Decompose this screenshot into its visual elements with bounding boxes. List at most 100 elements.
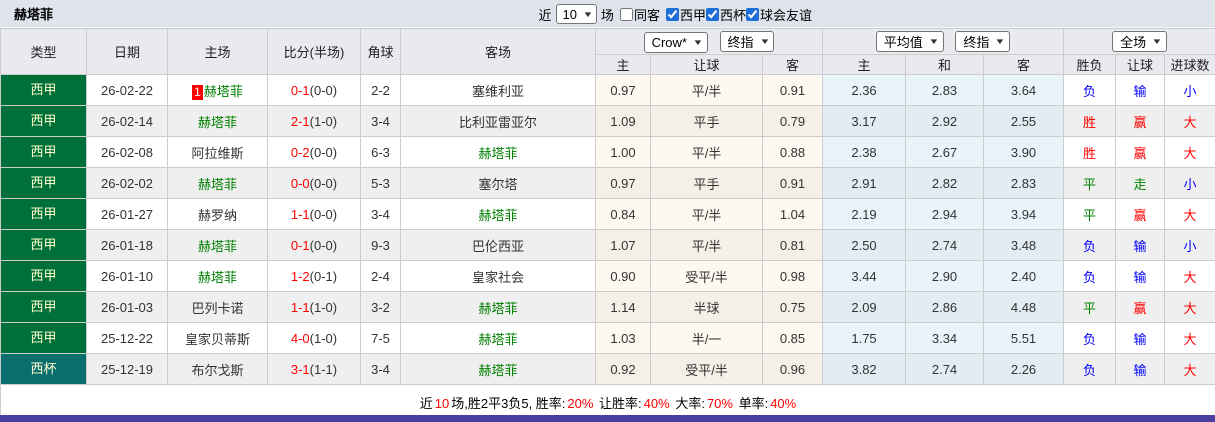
- result-goals-cell: 小: [1164, 167, 1215, 199]
- odds-handicap-cell: 半/一: [650, 322, 763, 354]
- result-winlose-cell: 平: [1063, 291, 1117, 323]
- result-goals-cell: 大: [1164, 353, 1215, 385]
- odds-away-cell: 0.91: [761, 167, 824, 199]
- col-date: 日期: [86, 28, 168, 75]
- same-away-checkbox[interactable]: [619, 7, 633, 21]
- average-select[interactable]: 平均值 ▼: [875, 31, 944, 52]
- scope-select[interactable]: 全场 ▼: [1112, 31, 1167, 52]
- handicap-odds-group: Crow* ▼ 终指 ▼: [594, 28, 824, 55]
- checkbox-copa[interactable]: 西杯: [705, 5, 746, 24]
- result-winlose-cell: 胜: [1063, 105, 1117, 137]
- home-team[interactable]: 赫塔菲: [198, 177, 237, 192]
- home-team[interactable]: 赫塔菲: [204, 84, 243, 99]
- col-type: 类型: [0, 28, 87, 75]
- corner-cell: 9-3: [360, 229, 401, 261]
- odds-away-cell: 0.98: [761, 260, 824, 292]
- odds-handicap-cell: 平/半: [650, 74, 763, 106]
- match-table: 类型 日期 主场 比分(半场) 角球 客场 Crow* ▼ 终指 ▼ 平均值 ▼ 终指…: [0, 28, 1215, 421]
- filter-controls: 近 10 ▼ 场 同客 西甲 西杯 球会友谊: [539, 0, 812, 28]
- subcol-goals: 进球数: [1164, 54, 1215, 75]
- odds-away-cell: 0.79: [761, 105, 824, 137]
- away-team[interactable]: 赫塔菲: [478, 146, 517, 161]
- home-cell: 1 赫塔菲: [167, 74, 268, 106]
- avg-home-cell: 3.82: [822, 353, 907, 385]
- away-team[interactable]: 赫塔菲: [478, 301, 517, 316]
- match-row: 西杯 25-12-19 布尔戈斯 3-1(1-1) 3-4 赫塔菲 0.92 受…: [0, 353, 1215, 385]
- avg-away-cell: 3.48: [983, 229, 1065, 261]
- away-team[interactable]: 巴伦西亚: [472, 239, 524, 254]
- corner-cell: 5-3: [360, 167, 401, 199]
- halftime-score: (0-0): [309, 206, 338, 222]
- match-row: 西甲 26-02-14 赫塔菲 2-1(1-0) 3-4 比利亚雷亚尔 1.09…: [0, 105, 1215, 137]
- away-team[interactable]: 塞维利亚: [472, 84, 524, 99]
- league-badge: 西甲: [1, 168, 86, 198]
- corner-cell: 6-3: [360, 136, 401, 168]
- top-bar: 赫塔菲 近 10 ▼ 场 同客 西甲 西杯 球会友谊: [0, 0, 1215, 28]
- home-team[interactable]: 赫罗纳: [198, 208, 237, 223]
- odds-away-cell: 0.81: [761, 229, 824, 261]
- avg-draw-cell: 2.74: [905, 229, 985, 261]
- league-badge: 西甲: [1, 75, 86, 105]
- avg-home-cell: 2.91: [822, 167, 907, 199]
- avg-away-cell: 3.64: [983, 74, 1065, 106]
- result-goals-cell: 小: [1164, 229, 1215, 261]
- avg-draw-cell: 2.67: [905, 136, 985, 168]
- score-cell: 3-1(1-1): [267, 353, 361, 385]
- summary-segment: 20%: [567, 396, 594, 411]
- fulltime-score: 1-1: [290, 299, 310, 315]
- home-team[interactable]: 布尔戈斯: [191, 363, 243, 378]
- away-team[interactable]: 皇家社会: [472, 270, 524, 285]
- friendly-checkbox[interactable]: [745, 7, 759, 21]
- away-team[interactable]: 比利亚雷亚尔: [459, 115, 537, 130]
- home-team[interactable]: 赫塔菲: [198, 270, 237, 285]
- away-team[interactable]: 赫塔菲: [478, 332, 517, 347]
- match-row: 西甲 25-12-22 皇家贝蒂斯 4-0(1-0) 7-5 赫塔菲 1.03 …: [0, 322, 1215, 354]
- home-team[interactable]: 阿拉维斯: [191, 146, 243, 161]
- score-cell: 0-0(0-0): [267, 167, 361, 199]
- away-team[interactable]: 塞尔塔: [478, 177, 517, 192]
- odds-stage-select-2[interactable]: 终指 ▼: [955, 31, 1011, 52]
- odds-home-cell: 0.84: [595, 198, 651, 230]
- avg-away-cell: 4.48: [983, 291, 1065, 323]
- checkbox-same-away[interactable]: 同客: [619, 5, 660, 24]
- home-team[interactable]: 赫塔菲: [198, 239, 237, 254]
- score-cell: 4-0(1-0): [267, 322, 361, 354]
- halftime-score: (0-0): [309, 144, 338, 160]
- fulltime-score: 4-0: [290, 330, 310, 346]
- subcol-avg-draw: 和: [905, 54, 985, 75]
- la-liga-checkbox[interactable]: [665, 7, 679, 21]
- away-cell: 皇家社会: [400, 260, 596, 292]
- odds-home-cell: 1.03: [595, 322, 651, 354]
- away-cell: 赫塔菲: [400, 322, 596, 354]
- recent-matches-select[interactable]: 10 ▼: [555, 4, 597, 24]
- checkbox-la-liga[interactable]: 西甲: [665, 5, 706, 24]
- checkbox-friendly[interactable]: 球会友谊: [745, 5, 812, 24]
- odds-home-cell: 0.97: [595, 74, 651, 106]
- result-winlose-cell: 平: [1063, 198, 1117, 230]
- summary-segment: 让胜率:: [595, 396, 642, 411]
- avg-away-cell: 2.26: [983, 353, 1065, 385]
- home-team[interactable]: 皇家贝蒂斯: [185, 332, 250, 347]
- avg-home-cell: 2.09: [822, 291, 907, 323]
- recent-label-prefix: 近: [538, 7, 552, 23]
- odds-stage-select-1[interactable]: 终指 ▼: [719, 30, 775, 52]
- away-cell: 比利亚雷亚尔: [400, 105, 596, 137]
- match-row: 西甲 26-02-02 赫塔菲 0-0(0-0) 5-3 塞尔塔 0.97 平手…: [0, 167, 1215, 199]
- away-team[interactable]: 赫塔菲: [478, 208, 517, 223]
- odds-away-cell: 0.96: [761, 353, 824, 385]
- copa-checkbox[interactable]: [705, 7, 719, 21]
- home-cell: 赫塔菲: [167, 260, 268, 292]
- result-goals-cell: 大: [1164, 136, 1215, 168]
- odds-handicap-cell: 平/半: [650, 198, 763, 230]
- bookmaker-select[interactable]: Crow* ▼: [643, 31, 708, 53]
- result-winlose-cell: 负: [1063, 353, 1117, 385]
- home-team[interactable]: 巴列卡诺: [191, 301, 243, 316]
- corner-cell: 3-2: [360, 291, 401, 323]
- avg-draw-cell: 2.94: [905, 198, 985, 230]
- avg-draw-cell: 2.86: [905, 291, 985, 323]
- fulltime-score: 3-1: [290, 361, 310, 377]
- avg-home-cell: 2.19: [822, 198, 907, 230]
- corner-cell: 2-2: [360, 74, 401, 106]
- away-team[interactable]: 赫塔菲: [478, 363, 517, 378]
- home-team[interactable]: 赫塔菲: [198, 115, 237, 130]
